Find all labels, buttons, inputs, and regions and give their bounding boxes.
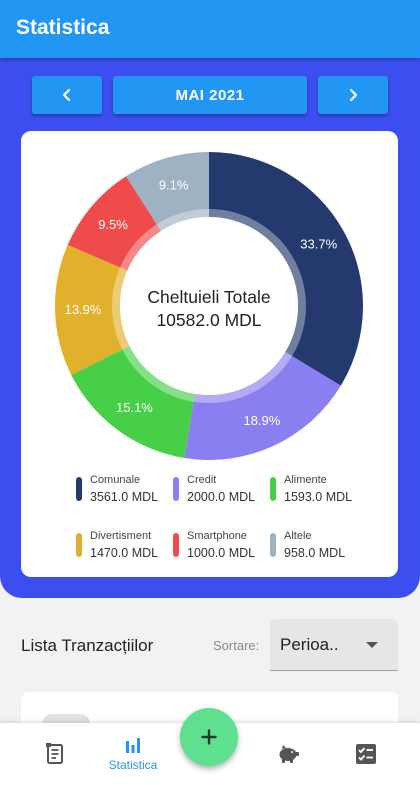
legend-swatch [76, 533, 82, 557]
chevron-left-icon [62, 88, 71, 102]
chart-center-value: 10582.0 MDL [156, 310, 261, 330]
bar-chart-icon [126, 737, 140, 753]
expense-chart-card: 33.7% 18.9% 15.1% 13.9% 9.5% 9.1% Cheltuieli … [21, 131, 398, 577]
legend-value: 1470.0 MDL [90, 546, 159, 560]
slice-percent-label: 33.7% [300, 237, 337, 252]
slice-percent-label: 13.9% [65, 302, 102, 317]
legend-value: 3561.0 MDL [90, 490, 159, 504]
sort-selected-value: Perioa.. [280, 635, 339, 654]
checklist-icon [356, 744, 376, 764]
legend-value: 1000.0 MDL [187, 546, 256, 560]
page-title: Statistica [16, 16, 110, 39]
legend-item-divertisment: Divertisment 1470.0 MDL [76, 527, 186, 567]
nav-item-label: Statistica [108, 757, 158, 772]
chart-center-label: Cheltuieli Totale [147, 287, 270, 307]
sort-dropdown[interactable]: Perioa.. [270, 619, 398, 671]
legend-item-comunale: Comunale 3561.0 MDL [76, 471, 186, 511]
slice-percent-label: 15.1% [116, 400, 153, 415]
nav-item-tasks[interactable] [336, 723, 396, 785]
legend-name: Altele [284, 530, 312, 542]
legend-value: 1593.0 MDL [284, 490, 353, 504]
nav-item-statistics[interactable]: Statistica [103, 723, 163, 785]
receipt-icon [46, 743, 63, 764]
legend-swatch [173, 477, 179, 501]
app-bar: Statistica [0, 0, 420, 58]
legend-name: Divertisment [90, 530, 152, 542]
legend-value: 958.0 MDL [284, 546, 346, 560]
donut-chart: 33.7% 18.9% 15.1% 13.9% 9.5% 9.1% Cheltuieli … [54, 152, 364, 460]
slice-percent-label: 9.5% [98, 217, 128, 232]
sort-label: Sortare: [213, 638, 260, 653]
add-transaction-button[interactable] [180, 708, 238, 766]
slice-percent-label: 9.1% [159, 178, 189, 193]
chevron-right-icon [349, 88, 358, 102]
legend-name: Smartphone [187, 530, 247, 542]
legend-item-smartphone: Smartphone 1000.0 MDL [173, 527, 283, 567]
plus-icon [201, 729, 217, 745]
legend-name: Alimente [284, 474, 327, 486]
current-month-button[interactable]: MAI 2021 [113, 76, 307, 114]
legend-name: Credit [187, 474, 217, 486]
transactions-list-title: Lista Tranzacțiilor [21, 636, 154, 655]
legend-item-credit: Credit 2000.0 MDL [173, 471, 283, 511]
next-month-button[interactable] [318, 76, 388, 114]
legend-swatch [270, 477, 276, 501]
previous-month-button[interactable] [32, 76, 102, 114]
legend-value: 2000.0 MDL [187, 490, 256, 504]
slice-percent-label: 18.9% [243, 413, 280, 428]
legend-swatch [173, 533, 179, 557]
legend-swatch [270, 533, 276, 557]
legend-name: Comunale [90, 474, 141, 486]
legend-item-alimente: Alimente 1593.0 MDL [270, 471, 380, 511]
nav-item-savings[interactable] [258, 723, 318, 785]
legend-swatch [76, 477, 82, 501]
dropdown-caret-icon [366, 642, 378, 648]
piggy-bank-icon [279, 745, 299, 763]
chart-legend: Comunale 3561.0 MDL Credit 2000.0 MDL Al… [21, 471, 398, 571]
legend-item-altele: Altele 958.0 MDL [270, 527, 380, 567]
nav-item-transactions[interactable] [26, 723, 86, 785]
